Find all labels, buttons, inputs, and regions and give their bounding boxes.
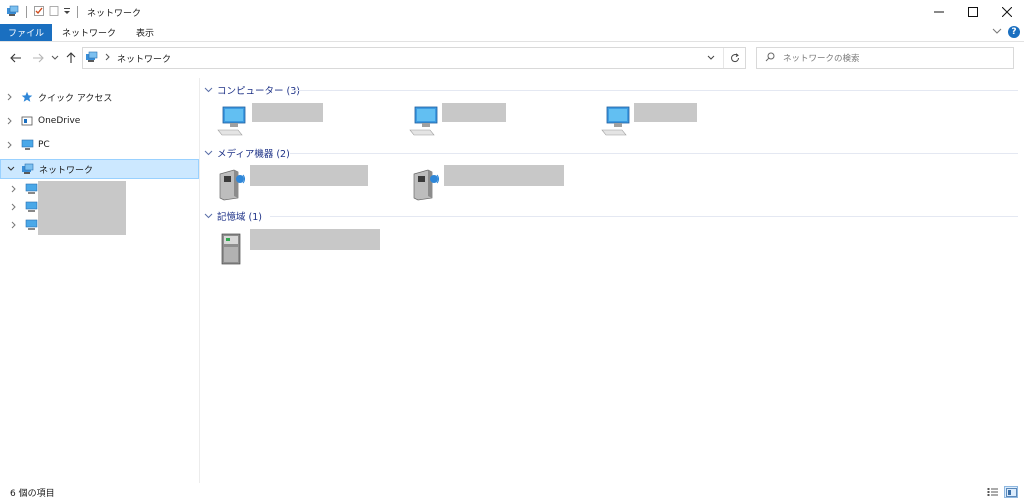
- computer-icon: [217, 106, 246, 136]
- network-icon: [85, 51, 99, 66]
- arrow-left-icon: [10, 53, 21, 63]
- ribbon-expand-icon[interactable]: [992, 27, 1002, 38]
- chevron-down-icon[interactable]: [5, 166, 17, 172]
- forward-button[interactable]: [30, 50, 46, 66]
- network-app-icon: [6, 5, 20, 20]
- sidebar-item-pc[interactable]: PC: [0, 135, 199, 155]
- computer-tile[interactable]: [406, 100, 518, 140]
- back-button[interactable]: [8, 50, 24, 66]
- minimize-icon: [934, 11, 944, 13]
- tiles-view-button[interactable]: [1004, 486, 1018, 498]
- group-header-storage[interactable]: 記憶域 (1): [204, 209, 262, 223]
- sidebar-item-quick-access[interactable]: クイック アクセス: [0, 87, 199, 107]
- chevron-down-icon: [204, 150, 214, 156]
- computer-icon: [24, 218, 38, 232]
- title-bar: ネットワーク: [0, 0, 1024, 24]
- tab-view[interactable]: 表示: [126, 24, 164, 41]
- quick-access-toolbar: ネットワーク: [0, 0, 141, 24]
- status-bar: 6 個の項目: [0, 483, 1024, 501]
- sidebar-item-network-computer[interactable]: [0, 197, 40, 217]
- tab-file[interactable]: ファイル: [0, 24, 53, 41]
- media-device-icon: [413, 169, 439, 201]
- address-row: ネットワーク ネットワークの検索: [0, 44, 1024, 72]
- chevron-down-icon: [51, 55, 59, 60]
- sidebar-item-network-computer[interactable]: [0, 179, 40, 199]
- chevron-down-icon: [204, 87, 214, 93]
- media-device-tile[interactable]: [214, 164, 374, 204]
- customize-qa-icon[interactable]: [63, 6, 71, 19]
- network-icon: [21, 162, 35, 176]
- close-icon: [1002, 7, 1012, 17]
- media-device-tile[interactable]: [408, 164, 568, 204]
- onedrive-icon: [20, 114, 34, 128]
- minimize-button[interactable]: [922, 0, 956, 24]
- properties-icon[interactable]: [33, 5, 45, 20]
- chevron-down-icon: [204, 213, 214, 219]
- help-icon[interactable]: ?: [1008, 26, 1020, 38]
- star-icon: [20, 90, 34, 104]
- address-bar[interactable]: ネットワーク: [82, 47, 746, 69]
- redacted-label: [38, 181, 126, 235]
- tiles-view-icon: [1005, 487, 1017, 497]
- sidebar-item-network-computer[interactable]: [0, 215, 40, 235]
- refresh-icon: [730, 53, 739, 63]
- storage-icon: [221, 233, 241, 265]
- new-folder-icon[interactable]: [48, 5, 60, 20]
- storage-tile[interactable]: [214, 228, 384, 268]
- arrow-right-icon: [33, 53, 44, 63]
- content-pane: コンピューター (3) メディア機器 (2) 記憶域 (1): [200, 78, 1024, 483]
- window-title: ネットワーク: [87, 8, 142, 19]
- arrow-up-icon: [66, 52, 76, 63]
- details-view-button[interactable]: [986, 486, 1000, 498]
- navigation-pane: クイック アクセス OneDrive PC ネットワーク: [0, 78, 200, 483]
- ribbon-tabs: ファイル ネットワーク 表示 ?: [0, 24, 1024, 42]
- chevron-down-icon: [707, 55, 715, 60]
- computer-icon: [601, 106, 630, 136]
- group-header-computers[interactable]: コンピューター (3): [204, 83, 300, 97]
- breadcrumb-network[interactable]: ネットワーク: [117, 52, 171, 65]
- refresh-button[interactable]: [723, 48, 745, 68]
- group-header-media-devices[interactable]: メディア機器 (2): [204, 146, 290, 160]
- details-view-icon: [987, 488, 998, 496]
- computer-tile[interactable]: [214, 100, 326, 140]
- breadcrumb-separator-icon[interactable]: [105, 53, 111, 64]
- chevron-right-icon[interactable]: [4, 141, 16, 149]
- up-button[interactable]: [64, 50, 78, 66]
- sidebar-item-onedrive[interactable]: OneDrive: [0, 111, 199, 131]
- chevron-right-icon[interactable]: [8, 185, 20, 193]
- computer-icon: [409, 106, 438, 136]
- close-button[interactable]: [990, 0, 1024, 24]
- search-input[interactable]: ネットワークの検索: [756, 47, 1014, 69]
- sidebar-item-network[interactable]: ネットワーク: [0, 159, 199, 179]
- chevron-right-icon[interactable]: [4, 93, 16, 101]
- maximize-button[interactable]: [956, 0, 990, 24]
- address-dropdown-button[interactable]: [705, 52, 717, 64]
- search-icon: [765, 52, 775, 65]
- search-placeholder: ネットワークの検索: [783, 54, 860, 64]
- computer-tile[interactable]: [598, 100, 710, 140]
- item-count: 6 個の項目: [10, 488, 55, 499]
- computer-icon: [24, 182, 38, 196]
- maximize-icon: [968, 7, 978, 17]
- media-device-icon: [219, 169, 245, 201]
- chevron-right-icon[interactable]: [8, 203, 20, 211]
- recent-locations-button[interactable]: [50, 50, 60, 66]
- pc-icon: [20, 138, 34, 152]
- tab-network[interactable]: ネットワーク: [52, 24, 126, 41]
- computer-icon: [24, 200, 38, 214]
- chevron-right-icon[interactable]: [8, 221, 20, 229]
- chevron-right-icon[interactable]: [4, 117, 16, 125]
